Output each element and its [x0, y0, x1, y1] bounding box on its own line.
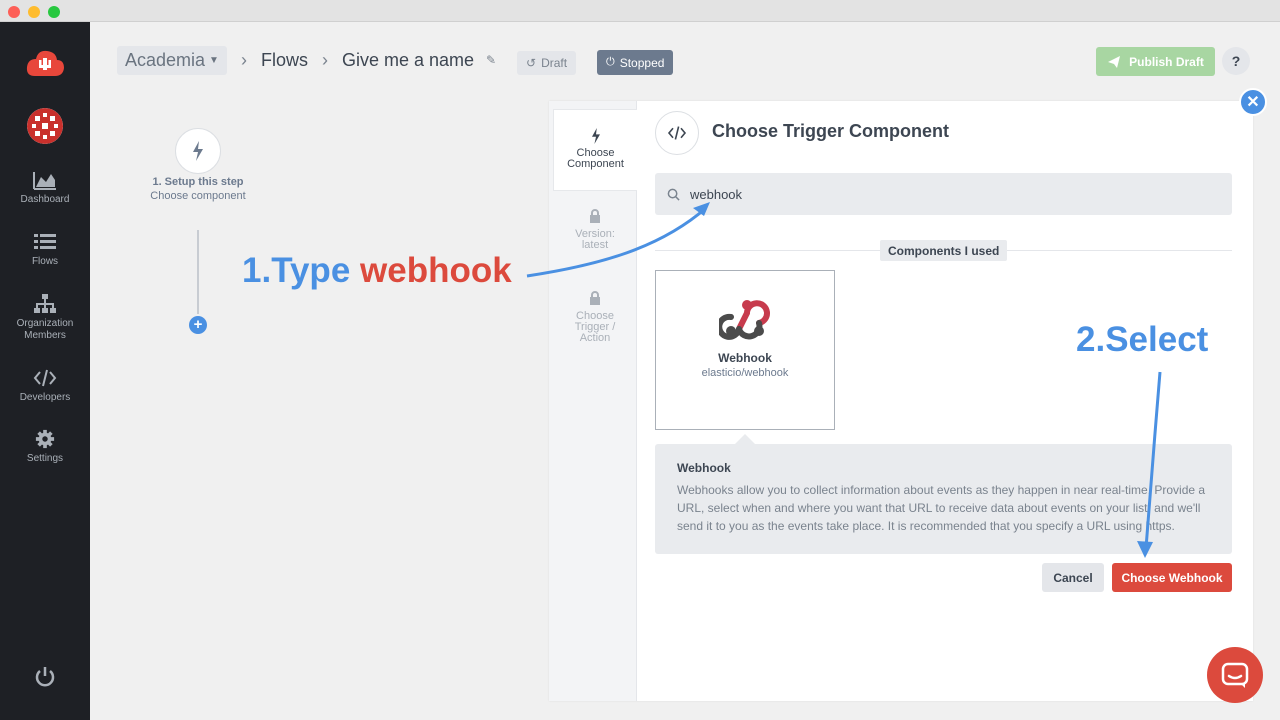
- sidebar-item-developers[interactable]: Developers: [0, 368, 90, 404]
- gear-icon: [35, 429, 55, 449]
- help-button[interactable]: ?: [1222, 47, 1250, 75]
- sidebar-item-flows[interactable]: Flows: [0, 232, 90, 268]
- cancel-button[interactable]: Cancel: [1042, 563, 1104, 592]
- bolt-icon: [591, 128, 600, 144]
- search-bar[interactable]: [655, 173, 1232, 215]
- step-node[interactable]: [175, 128, 221, 174]
- webhook-icon: [716, 293, 771, 348]
- sidebar-item-label: Dashboard: [20, 194, 70, 205]
- org-switcher[interactable]: Academia ▼: [117, 45, 227, 75]
- annotation-keyword: webhook: [360, 251, 512, 290]
- close-panel-button[interactable]: ✕: [1239, 88, 1267, 116]
- step-title: 1. Setup this step: [152, 176, 244, 188]
- lock-icon: [590, 291, 600, 305]
- close-window-button[interactable]: [8, 6, 20, 18]
- chevron-right-icon: ›: [321, 49, 328, 70]
- tab-choose-component[interactable]: Choose Component: [553, 109, 637, 191]
- power-icon[interactable]: [33, 665, 57, 694]
- sidebar-item-settings[interactable]: Settings: [0, 429, 90, 465]
- description-title: Webhook: [677, 461, 731, 475]
- breadcrumb: Academia ▼ › Flows › Give me a name ✎: [117, 45, 496, 75]
- tab-choose-trigger-action[interactable]: Choose Trigger / Action: [553, 291, 637, 351]
- org-name: Academia: [125, 49, 206, 70]
- tab-label: Version: latest: [575, 228, 615, 251]
- chat-widget-button[interactable]: [1207, 647, 1263, 703]
- annotation-select: 2.Select: [1076, 320, 1209, 359]
- add-step-button[interactable]: +: [189, 316, 207, 334]
- annotation-type-prefix: 1.Type: [242, 251, 361, 290]
- power-icon: ⏻: [606, 56, 615, 68]
- sidebar-item-label: Organization Members: [16, 318, 74, 341]
- paper-plane-icon: [1108, 55, 1121, 68]
- sidebar-item-label: Developers: [19, 392, 71, 403]
- window-titlebar: [0, 0, 1280, 22]
- history-icon: ↺: [526, 56, 537, 70]
- sidebar-item-dashboard[interactable]: Dashboard: [0, 170, 90, 206]
- maximize-window-button[interactable]: [48, 6, 60, 18]
- draft-label: Draft: [541, 56, 568, 70]
- search-input[interactable]: [690, 186, 1210, 202]
- sidebar-item-label: Settings: [26, 453, 64, 464]
- tab-label: Choose Component: [567, 147, 624, 170]
- sidebar: Dashboard Flows Organization Members Dev…: [0, 22, 90, 720]
- minimize-window-button[interactable]: [28, 6, 40, 18]
- code-icon: [655, 111, 699, 155]
- component-id: elasticio/webhook: [701, 367, 789, 379]
- stopped-label: Stopped: [619, 55, 665, 70]
- choose-webhook-button[interactable]: Choose Webhook: [1112, 563, 1232, 592]
- sidebar-item-label: Flows: [31, 256, 59, 267]
- code-icon: [33, 369, 57, 387]
- user-avatar[interactable]: [27, 108, 63, 144]
- search-icon: [667, 188, 680, 201]
- list-icon: [34, 234, 56, 249]
- breadcrumb-flows[interactable]: Flows: [261, 50, 308, 71]
- lock-icon: [590, 209, 600, 223]
- sitemap-icon: [34, 294, 56, 313]
- draft-badge[interactable]: ↺ Draft: [517, 51, 577, 75]
- component-description: Webhook Webhooks allow you to collect in…: [655, 444, 1232, 554]
- sidebar-item-organization-members[interactable]: Organization Members: [0, 294, 90, 342]
- annotation-type-webhook: 1.Type webhook: [242, 251, 512, 291]
- tab-label: Choose Trigger / Action: [574, 310, 616, 344]
- publish-label: Publish Draft: [1129, 54, 1204, 69]
- section-label: Components I used: [880, 240, 1008, 261]
- description-text: Webhooks allow you to collect informatio…: [677, 483, 1206, 533]
- flow-connector: [197, 230, 199, 314]
- chat-icon: [1221, 662, 1249, 688]
- caret-down-icon: ▼: [209, 54, 219, 66]
- flow-name[interactable]: Give me a name: [342, 50, 474, 71]
- panel-tabs: Choose Component Version: latest Choose …: [549, 101, 637, 701]
- publish-draft-button[interactable]: Publish Draft: [1096, 47, 1215, 76]
- tab-version[interactable]: Version: latest: [553, 209, 637, 269]
- stopped-badge[interactable]: ⏻ Stopped: [597, 50, 674, 75]
- tile-pointer: [735, 434, 755, 444]
- step-subtitle: Choose component: [150, 190, 246, 202]
- panel-title: Choose Trigger Component: [712, 121, 950, 141]
- component-name: Webhook: [718, 351, 772, 365]
- app-logo-icon[interactable]: [25, 46, 65, 80]
- chevron-right-icon: ›: [240, 49, 247, 70]
- component-tile-webhook[interactable]: Webhook elasticio/webhook: [655, 270, 835, 430]
- pencil-icon[interactable]: ✎: [486, 53, 496, 67]
- chart-area-icon: [33, 172, 56, 190]
- bolt-icon: [193, 141, 203, 161]
